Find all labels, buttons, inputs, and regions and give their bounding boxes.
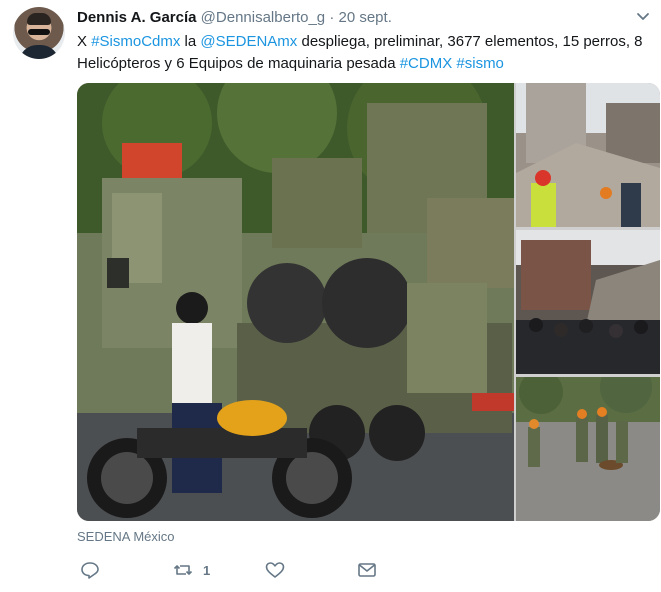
tweet-date[interactable]: 20 sept. [338, 9, 391, 26]
chevron-down-icon[interactable] [636, 12, 650, 22]
tweet-actions: 1 [77, 558, 647, 584]
avatar[interactable] [13, 7, 65, 59]
tweet-text: X #SismoCdmx la @SEDENAmx despliega, pre… [77, 31, 647, 75]
tweet[interactable]: Dennis A. García @Dennisalberto_g · 20 s… [0, 0, 661, 592]
media-photo-rubble-rescue[interactable] [516, 83, 660, 227]
like-button[interactable] [265, 558, 285, 582]
retweet-button[interactable]: 1 [173, 558, 210, 582]
header-separator: · [329, 9, 335, 26]
heart-icon [265, 562, 285, 578]
author-name[interactable]: Dennis A. García [77, 9, 197, 26]
tweet-header: Dennis A. García @Dennisalberto_g · 20 s… [77, 9, 392, 26]
tweet-text-segment: X [77, 33, 92, 50]
media-photo-main[interactable] [77, 83, 514, 521]
media-photo-crowd-collapse[interactable] [516, 230, 660, 374]
retweet-count: 1 [203, 562, 211, 578]
retweet-icon [173, 565, 193, 575]
media-photo-soldiers-dogs[interactable] [516, 377, 660, 521]
hashtag-link[interactable]: #sismo [456, 55, 504, 72]
reply-icon [81, 562, 99, 579]
media-grid[interactable] [77, 83, 660, 521]
hashtag-link[interactable]: #CDMX [400, 55, 453, 72]
media-source[interactable]: SEDENA México [77, 529, 175, 544]
tweet-text-segment: la [180, 33, 201, 50]
avatar-hair [27, 13, 51, 25]
author-handle[interactable]: @Dennisalberto_g [201, 9, 325, 26]
hashtag-link[interactable]: #SismoCdmx [91, 33, 180, 50]
envelope-icon [358, 563, 376, 577]
direct-message-button[interactable] [357, 558, 377, 582]
reply-button[interactable] [80, 558, 100, 582]
mention-link[interactable]: @SEDENAmx [200, 33, 297, 50]
avatar-shirt [19, 45, 59, 59]
avatar-sunglasses [28, 29, 50, 35]
